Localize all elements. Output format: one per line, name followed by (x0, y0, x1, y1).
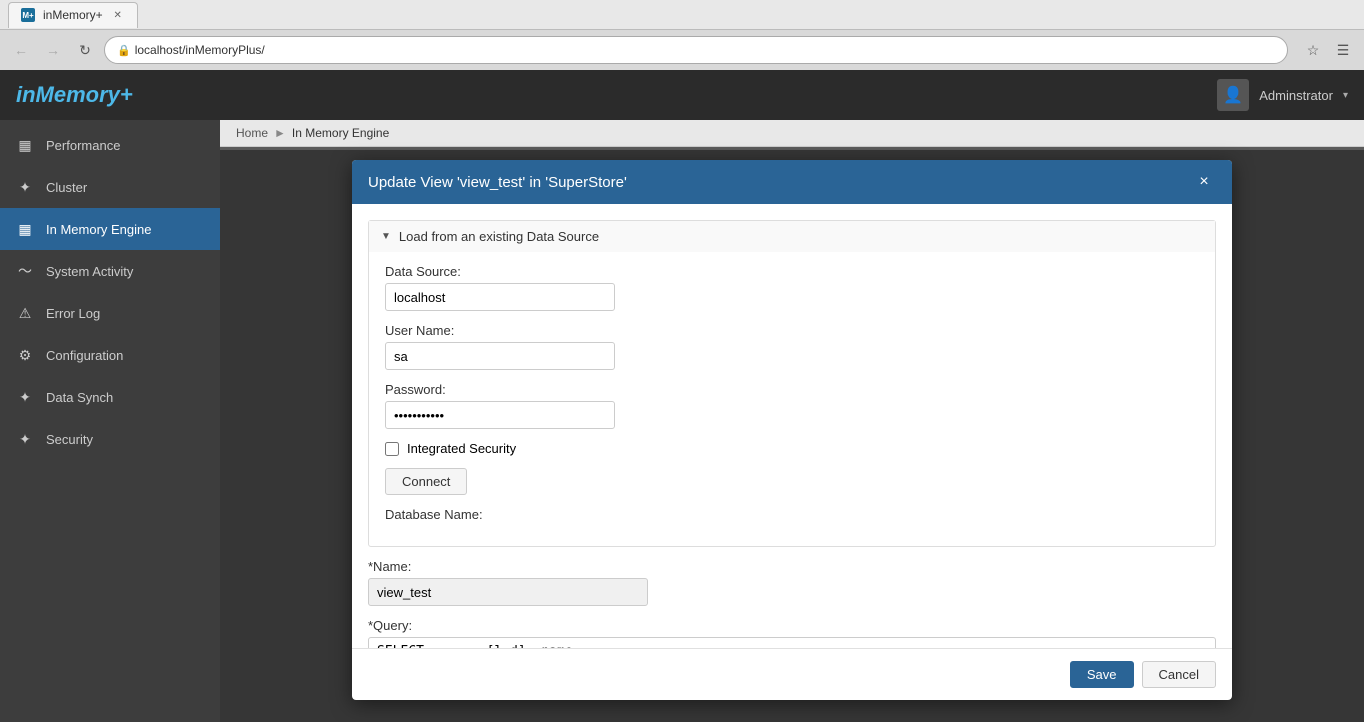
sidebar-item-security[interactable]: ✦ Security (0, 418, 220, 460)
name-input[interactable] (368, 578, 648, 606)
modal-overlay: Update View 'view_test' in 'SuperStore' … (220, 150, 1364, 722)
data-synch-icon: ✦ (14, 386, 36, 408)
connect-button[interactable]: Connect (385, 468, 467, 495)
menu-button[interactable]: ☰ (1330, 37, 1356, 63)
header-right: 👤 Adminstrator ▾ (1217, 79, 1348, 111)
sidebar-label-in-memory-engine: In Memory Engine (46, 222, 152, 237)
data-source-label: Data Source: (385, 264, 1199, 279)
browser-titlebar: M+ inMemory+ ✕ (0, 0, 1364, 30)
reload-button[interactable]: ↻ (72, 37, 98, 63)
sidebar: ▦ Performance ✦ Cluster ▦ In Memory Engi… (0, 120, 220, 722)
breadcrumb-current: In Memory Engine (292, 126, 389, 140)
sidebar-item-system-activity[interactable]: 〜 System Activity (0, 250, 220, 292)
sidebar-label-performance: Performance (46, 138, 120, 153)
app-logo: inMemory+ (16, 82, 133, 108)
collapse-arrow-icon: ▼ (381, 231, 391, 242)
database-name-label: Database Name: (385, 507, 1199, 522)
name-label: *Name: (368, 559, 411, 574)
breadcrumb-separator: ► (274, 126, 286, 140)
app-container: inMemory+ 👤 Adminstrator ▾ ▦ Performance… (0, 70, 1364, 722)
query-textarea[interactable] (368, 637, 1216, 648)
data-source-group: Data Source: (385, 264, 1199, 311)
security-icon: ✦ (14, 428, 36, 450)
database-name-group: Database Name: (385, 507, 1199, 522)
integrated-security-row: Integrated Security (385, 441, 1199, 456)
lock-icon: 🔒 (117, 44, 131, 57)
sidebar-item-error-log[interactable]: ⚠ Error Log (0, 292, 220, 334)
browser-nav-bar: ← → ↻ 🔒 localhost/inMemoryPlus/ ☆ ☰ (0, 30, 1364, 70)
tab-close-button[interactable]: ✕ (111, 8, 125, 22)
modal-footer: Save Cancel (352, 648, 1232, 700)
modal-title: Update View 'view_test' in 'SuperStore' (368, 174, 627, 191)
password-label: Password: (385, 382, 1199, 397)
user-name-input[interactable] (385, 342, 615, 370)
user-name-group: User Name: (385, 323, 1199, 370)
performance-icon: ▦ (14, 134, 36, 156)
sidebar-label-cluster: Cluster (46, 180, 87, 195)
forward-button[interactable]: → (40, 37, 66, 63)
configuration-icon: ⚙ (14, 344, 36, 366)
sidebar-item-cluster[interactable]: ✦ Cluster (0, 166, 220, 208)
admin-label: Adminstrator (1259, 88, 1333, 103)
app-header: inMemory+ 👤 Adminstrator ▾ (0, 70, 1364, 120)
breadcrumb-home[interactable]: Home (236, 126, 268, 140)
sidebar-item-in-memory-engine[interactable]: ▦ In Memory Engine (0, 208, 220, 250)
modal-body: ▼ Load from an existing Data Source Data… (352, 204, 1232, 648)
sidebar-label-configuration: Configuration (46, 348, 123, 363)
sidebar-item-configuration[interactable]: ⚙ Configuration (0, 334, 220, 376)
system-activity-icon: 〜 (14, 260, 36, 282)
data-source-section: ▼ Load from an existing Data Source Data… (368, 220, 1216, 547)
bookmark-button[interactable]: ☆ (1300, 37, 1326, 63)
query-group: *Query: (368, 618, 1216, 648)
address-bar[interactable]: 🔒 localhost/inMemoryPlus/ (104, 36, 1288, 64)
query-label: *Query: (368, 618, 412, 633)
address-text: localhost/inMemoryPlus/ (135, 43, 265, 57)
back-button[interactable]: ← (8, 37, 34, 63)
sidebar-label-error-log: Error Log (46, 306, 100, 321)
nav-right-buttons: ☆ ☰ (1300, 37, 1356, 63)
modal-close-button[interactable]: × (1192, 170, 1216, 194)
cluster-icon: ✦ (14, 176, 36, 198)
user-avatar: 👤 (1217, 79, 1249, 111)
sidebar-label-system-activity: System Activity (46, 264, 133, 279)
admin-dropdown-arrow[interactable]: ▾ (1343, 90, 1348, 101)
name-group: *Name: (368, 559, 1216, 606)
data-source-input[interactable] (385, 283, 615, 311)
section-title: Load from an existing Data Source (399, 229, 599, 244)
sidebar-label-data-synch: Data Synch (46, 390, 113, 405)
in-memory-engine-icon: ▦ (14, 218, 36, 240)
collapsible-header[interactable]: ▼ Load from an existing Data Source (369, 221, 1215, 252)
collapsible-body: Data Source: User Name: Password: (369, 252, 1215, 546)
sidebar-label-security: Security (46, 432, 93, 447)
update-view-modal: Update View 'view_test' in 'SuperStore' … (352, 160, 1232, 700)
cancel-button[interactable]: Cancel (1142, 661, 1216, 688)
breadcrumb: Home ► In Memory Engine (220, 120, 1364, 147)
browser-tab[interactable]: M+ inMemory+ ✕ (8, 2, 138, 28)
main-layout: ▦ Performance ✦ Cluster ▦ In Memory Engi… (0, 120, 1364, 722)
tab-favicon: M+ (21, 8, 35, 22)
error-log-icon: ⚠ (14, 302, 36, 324)
tab-title: inMemory+ (43, 8, 103, 22)
save-button[interactable]: Save (1070, 661, 1134, 688)
sidebar-item-data-synch[interactable]: ✦ Data Synch (0, 376, 220, 418)
integrated-security-label: Integrated Security (407, 441, 516, 456)
content-area: Home ► In Memory Engine Update View 'vie… (220, 120, 1364, 722)
sidebar-item-performance[interactable]: ▦ Performance (0, 124, 220, 166)
browser-chrome: M+ inMemory+ ✕ ← → ↻ 🔒 localhost/inMemor… (0, 0, 1364, 70)
password-group: Password: (385, 382, 1199, 429)
integrated-security-checkbox[interactable] (385, 442, 399, 456)
modal-header: Update View 'view_test' in 'SuperStore' … (352, 160, 1232, 204)
user-name-label: User Name: (385, 323, 1199, 338)
password-input[interactable] (385, 401, 615, 429)
